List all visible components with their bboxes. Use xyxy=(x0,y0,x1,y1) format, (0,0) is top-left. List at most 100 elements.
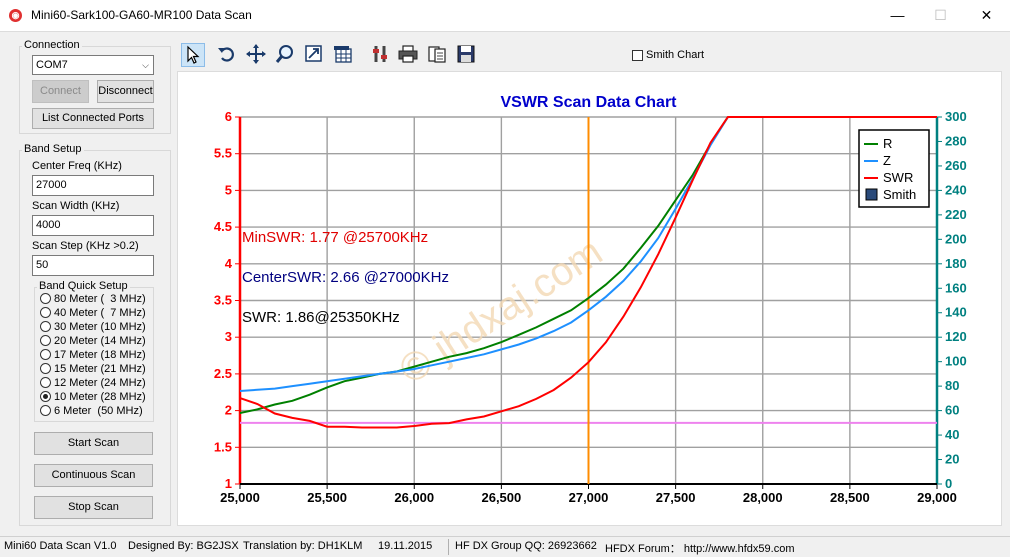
smith-chart-checkbox[interactable] xyxy=(632,49,643,61)
y-right-tick-label: 20 xyxy=(945,452,959,467)
y-left-tick-label: 6 xyxy=(225,109,232,124)
pan-icon[interactable] xyxy=(244,43,268,67)
band-radio-item[interactable]: 80 Meter ( 3 MHz) xyxy=(40,292,146,307)
y-left-tick-label: 4 xyxy=(225,256,233,271)
legend-swatch-smith xyxy=(865,188,878,201)
y-right-tick-label: 120 xyxy=(945,329,967,344)
status-translation: Translation by: DH1KLM xyxy=(243,540,363,552)
x-tick-label: 25,000 xyxy=(220,490,260,505)
settings-icon[interactable] xyxy=(368,43,392,67)
pointer-icon[interactable] xyxy=(181,43,205,67)
radio-button[interactable] xyxy=(40,362,51,374)
band-radio-label: 15 Meter (21 MHz) xyxy=(54,363,146,376)
scan-width-input[interactable]: 4000 xyxy=(32,215,154,236)
chevron-down-icon: ⌵ xyxy=(142,60,149,70)
continuous-scan-button[interactable]: Continuous Scan xyxy=(34,464,153,487)
band-radio-label: 20 Meter (14 MHz) xyxy=(54,335,146,348)
y-right-tick-label: 240 xyxy=(945,182,967,197)
chart-toolbar: Smith Chart xyxy=(177,40,1001,70)
radio-button[interactable] xyxy=(40,348,51,360)
radio-button[interactable] xyxy=(40,404,51,416)
y-right-tick-label: 100 xyxy=(945,354,967,369)
band-radio-item[interactable]: 20 Meter (14 MHz) xyxy=(40,334,146,349)
status-version: Mini60 Data Scan V1.0 xyxy=(4,540,117,552)
y-right-tick-label: 220 xyxy=(945,207,967,222)
radio-button[interactable] xyxy=(40,306,51,318)
disconnect-button[interactable]: Disconnect xyxy=(97,80,154,103)
y-right-tick-label: 180 xyxy=(945,256,967,271)
band-setup-group-label: Band Setup xyxy=(22,143,84,155)
minimize-button[interactable]: — xyxy=(875,0,920,31)
data-table-icon[interactable] xyxy=(331,43,355,67)
radio-button[interactable] xyxy=(40,334,51,346)
stop-scan-button[interactable]: Stop Scan xyxy=(34,496,153,519)
legend-label: Smith xyxy=(883,187,916,202)
chart-annotation: SWR: 1.86@25350KHz xyxy=(242,309,400,326)
legend-label: Z xyxy=(883,153,891,168)
y-right-tick-label: 0 xyxy=(945,476,952,491)
zoom-fit-icon[interactable] xyxy=(302,43,326,67)
band-radio-label: 12 Meter (24 MHz) xyxy=(54,377,146,390)
radio-button[interactable] xyxy=(40,390,51,402)
title-bar: ◉ Mini60-Sark100-GA60-MR100 Data Scan — … xyxy=(0,0,1010,31)
center-freq-label: Center Freq (KHz) xyxy=(32,160,122,172)
center-freq-input[interactable]: 27000 xyxy=(32,175,154,196)
band-radio-label: 10 Meter (28 MHz) xyxy=(54,391,146,404)
y-left-tick-label: 1 xyxy=(225,476,232,491)
start-scan-button[interactable]: Start Scan xyxy=(34,432,153,455)
y-left-tick-label: 3.5 xyxy=(214,293,232,308)
band-radio-item[interactable]: 12 Meter (24 MHz) xyxy=(40,376,146,391)
status-separator xyxy=(448,539,449,555)
connect-button[interactable]: Connect xyxy=(32,80,89,103)
connection-group-label: Connection xyxy=(22,39,82,51)
zoom-icon[interactable] xyxy=(273,43,297,67)
close-button[interactable]: ✕ xyxy=(964,0,1009,31)
x-tick-label: 28,000 xyxy=(743,490,783,505)
y-left-tick-label: 3 xyxy=(225,329,232,344)
smith-chart-toggle[interactable]: Smith Chart xyxy=(632,49,704,61)
x-tick-label: 27,000 xyxy=(569,490,609,505)
status-bar: Mini60 Data Scan V1.0 Designed By: BG2JS… xyxy=(0,536,1010,557)
y-left-tick-label: 2.5 xyxy=(214,366,232,381)
band-radio-label: 80 Meter ( 3 MHz) xyxy=(54,293,146,306)
band-radio-label: 40 Meter ( 7 MHz) xyxy=(54,307,146,320)
status-date: 19.11.2015 xyxy=(378,540,433,552)
radio-button[interactable] xyxy=(40,376,51,388)
port-select-value: COM7 xyxy=(36,59,68,71)
print-icon[interactable] xyxy=(396,43,420,67)
band-radio-item[interactable]: 40 Meter ( 7 MHz) xyxy=(40,306,146,321)
y-right-tick-label: 60 xyxy=(945,403,959,418)
band-radio-item[interactable]: 30 Meter (10 MHz) xyxy=(40,320,146,335)
band-radio-label: 30 Meter (10 MHz) xyxy=(54,321,146,334)
vswr-chart[interactable]: VSWR Scan Data Chart25,000 25,500 26,000 26… xyxy=(178,72,1001,525)
list-ports-button[interactable]: List Connected Ports xyxy=(32,108,154,129)
save-icon[interactable] xyxy=(454,43,478,67)
app-icon: ◉ xyxy=(9,9,22,22)
y-right-tick-label: 160 xyxy=(945,280,967,295)
chart-legend: RZ SWR Smith xyxy=(858,129,930,208)
x-tick-label: 26,500 xyxy=(481,490,521,505)
band-radio-item[interactable]: 17 Meter (18 MHz) xyxy=(40,348,146,363)
y-right-tick-label: 80 xyxy=(945,378,959,393)
y-left-tick-label: 2 xyxy=(225,403,232,418)
x-tick-label: 28,500 xyxy=(830,490,870,505)
band-radio-label: 6 Meter (50 MHz) xyxy=(54,405,143,418)
y-right-tick-label: 280 xyxy=(945,133,967,148)
chart-annotation: CenterSWR: 2.66 @27000KHz xyxy=(242,269,449,286)
band-radio-item[interactable]: 15 Meter (21 MHz) xyxy=(40,362,146,377)
y-right-tick-label: 140 xyxy=(945,305,967,320)
maximize-button[interactable]: ☐ xyxy=(918,0,963,31)
band-radio-item[interactable]: 10 Meter (28 MHz) xyxy=(40,390,146,405)
status-designer: Designed By: BG2JSX xyxy=(128,540,239,552)
radio-button[interactable] xyxy=(40,320,51,332)
radio-button[interactable] xyxy=(40,292,51,304)
y-left-tick-label: 5 xyxy=(225,182,232,197)
y-left-tick-label: 5.5 xyxy=(214,146,232,161)
port-select[interactable]: COM7 ⌵ xyxy=(32,55,154,75)
band-radio-item[interactable]: 6 Meter (50 MHz) xyxy=(40,404,143,419)
undo-icon[interactable] xyxy=(215,43,239,67)
export-icon[interactable] xyxy=(425,43,449,67)
scan-step-input[interactable]: 50 xyxy=(32,255,154,276)
x-tick-label: 29,000 xyxy=(917,490,957,505)
chart-title: VSWR Scan Data Chart xyxy=(500,94,677,111)
